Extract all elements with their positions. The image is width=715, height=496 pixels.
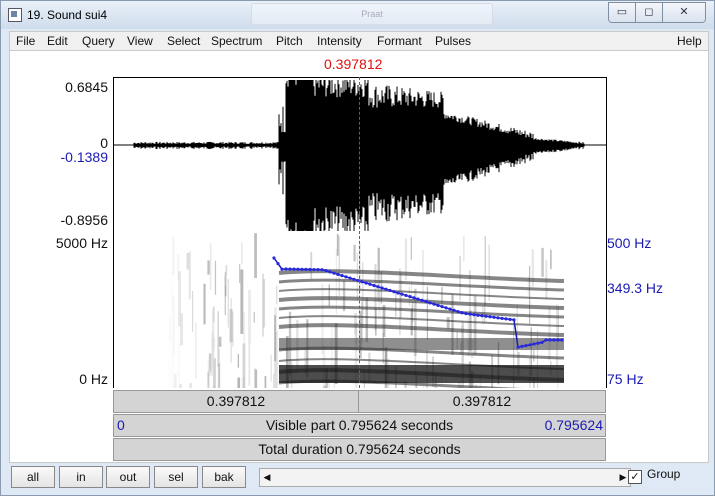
spectrogram-max-freq: 5000 Hz: [55, 235, 108, 251]
cursor-time-label: 0.397812: [324, 56, 383, 72]
waveform-trace: [114, 80, 606, 231]
cursor-line: [359, 77, 360, 388]
background-window-title: Praat: [251, 3, 493, 25]
time-left-part[interactable]: 0.397812: [113, 390, 359, 413]
menu-edit[interactable]: Edit: [47, 34, 68, 48]
menu-query[interactable]: Query: [82, 34, 115, 48]
window-title: 19. Sound sui4: [27, 8, 108, 22]
menu-view[interactable]: View: [127, 34, 153, 48]
pitch-cursor-value: 349.3 Hz: [607, 280, 664, 296]
time-right-part[interactable]: 0.397812: [358, 390, 606, 413]
spectrogram-image: [166, 233, 565, 388]
visible-start: 0: [117, 417, 125, 433]
app-icon: [8, 8, 22, 22]
total-duration-bar[interactable]: Total duration 0.795624 seconds: [113, 438, 606, 461]
close-icon[interactable]: ✕: [663, 3, 705, 22]
zoom-all-button[interactable]: all: [11, 466, 55, 488]
scroll-left-icon[interactable]: ◀: [260, 469, 274, 486]
zoom-in-button[interactable]: in: [59, 466, 103, 488]
group-check-icon[interactable]: ✓: [628, 470, 642, 484]
waveform-max-label: 0.6845: [65, 79, 108, 95]
spectrogram-min-freq: 0 Hz: [79, 371, 108, 387]
visible-part-label: Visible part 0.795624 seconds: [265, 417, 454, 433]
menu-help[interactable]: Help: [677, 34, 702, 48]
menu-pitch[interactable]: Pitch: [276, 34, 303, 48]
zoom-out-button[interactable]: out: [106, 466, 150, 488]
waveform-cursor-value: -0.1389: [60, 149, 108, 165]
menu-select[interactable]: Select: [167, 34, 200, 48]
menu-intensity[interactable]: Intensity: [317, 34, 362, 48]
visible-part-bar[interactable]: 0 Visible part 0.795624 seconds 0.795624: [113, 414, 606, 437]
group-label: Group: [647, 467, 681, 481]
sound-editor-window: 19. Sound sui4 Praat ▭ ◻ ✕ File Edit Que…: [0, 0, 715, 496]
pitch-bottom-label: 75 Hz: [607, 371, 644, 387]
visible-end: 0.795624: [544, 417, 603, 433]
spectrogram-view[interactable]: [113, 233, 607, 388]
zoom-selection-button[interactable]: sel: [154, 466, 198, 488]
menu-formant[interactable]: Formant: [377, 34, 422, 48]
menu-pulses[interactable]: Pulses: [435, 34, 471, 48]
menu-spectrum[interactable]: Spectrum: [211, 34, 262, 48]
group-checkbox[interactable]: ✓ Group: [628, 467, 680, 484]
title-bar[interactable]: 19. Sound sui4 Praat ▭ ◻ ✕: [1, 1, 714, 29]
waveform-view[interactable]: [113, 77, 607, 235]
bottom-toolbar: all in out sel bak ◀ ▶ ✓ Group: [9, 463, 707, 489]
horizontal-scrollbar[interactable]: ◀ ▶: [259, 468, 631, 487]
minimize-icon[interactable]: ▭: [609, 3, 636, 22]
waveform-min-label: -0.8956: [60, 212, 108, 228]
menu-file[interactable]: File: [16, 34, 35, 48]
window-controls: ▭ ◻ ✕: [608, 2, 706, 23]
pitch-top-label: 500 Hz: [607, 235, 652, 251]
maximize-icon[interactable]: ◻: [636, 3, 663, 22]
zoom-back-button[interactable]: bak: [202, 466, 246, 488]
menu-bar: File Edit Query View Select Spectrum Pit…: [9, 31, 709, 51]
